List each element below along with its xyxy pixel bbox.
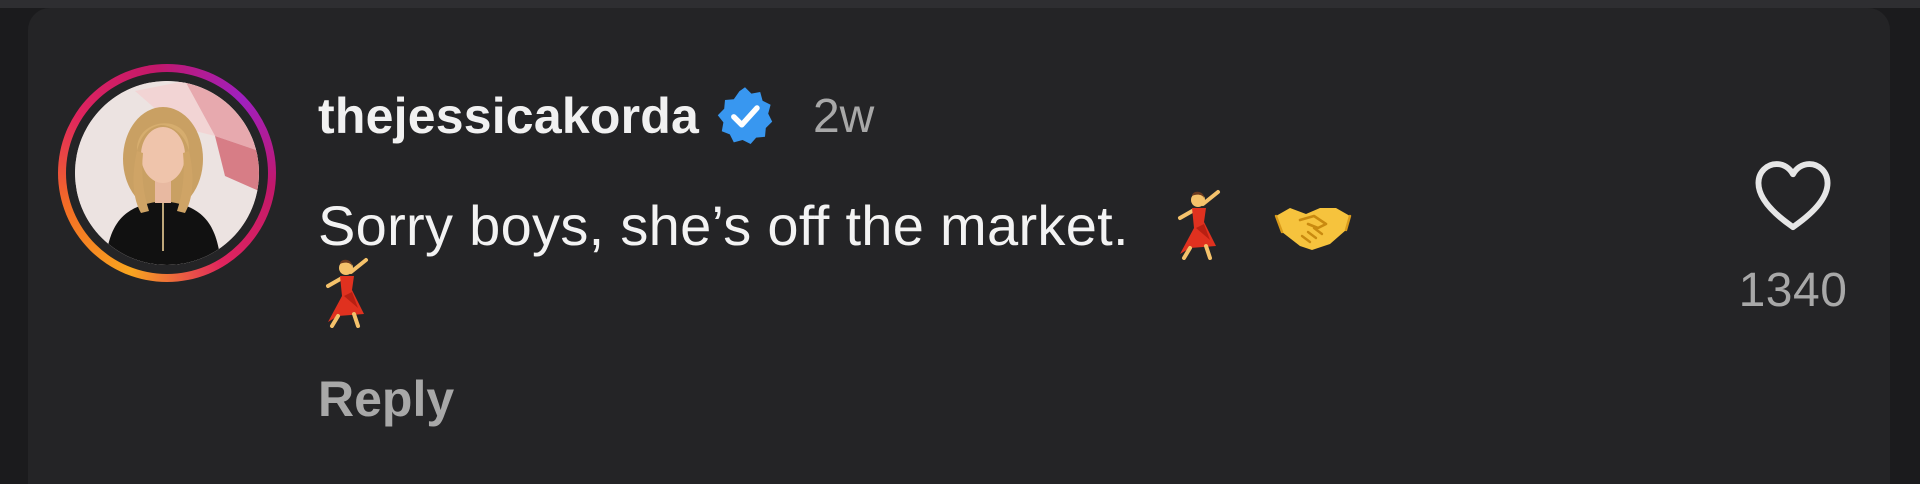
verified-badge-icon — [717, 87, 773, 144]
comment-header: thejessicakorda 2w — [318, 80, 874, 152]
like-count: 1340 — [1738, 264, 1848, 317]
username[interactable]: thejessicakorda — [318, 87, 699, 145]
top-strip — [0, 0, 1920, 8]
woman-dancing-emoji-icon — [1170, 188, 1230, 261]
like-button[interactable] — [1748, 158, 1838, 234]
timestamp: 2w — [812, 89, 875, 143]
comment-card: thejessicakorda 2w Sorry boys, she’s off… — [28, 8, 1890, 484]
avatar-photo — [75, 81, 259, 265]
reply-button[interactable]: Reply — [318, 370, 454, 428]
avatar[interactable] — [75, 81, 259, 265]
heart-icon[interactable] — [1751, 158, 1835, 234]
comment-text: Sorry boys, she’s off the market. — [318, 194, 1129, 257]
handshake-emoji-icon — [1272, 194, 1354, 254]
woman-dancing-emoji-icon — [318, 256, 378, 328]
comment-body: Sorry boys, she’s off the market. — [318, 178, 1598, 274]
avatar-story-ring[interactable] — [58, 64, 276, 282]
